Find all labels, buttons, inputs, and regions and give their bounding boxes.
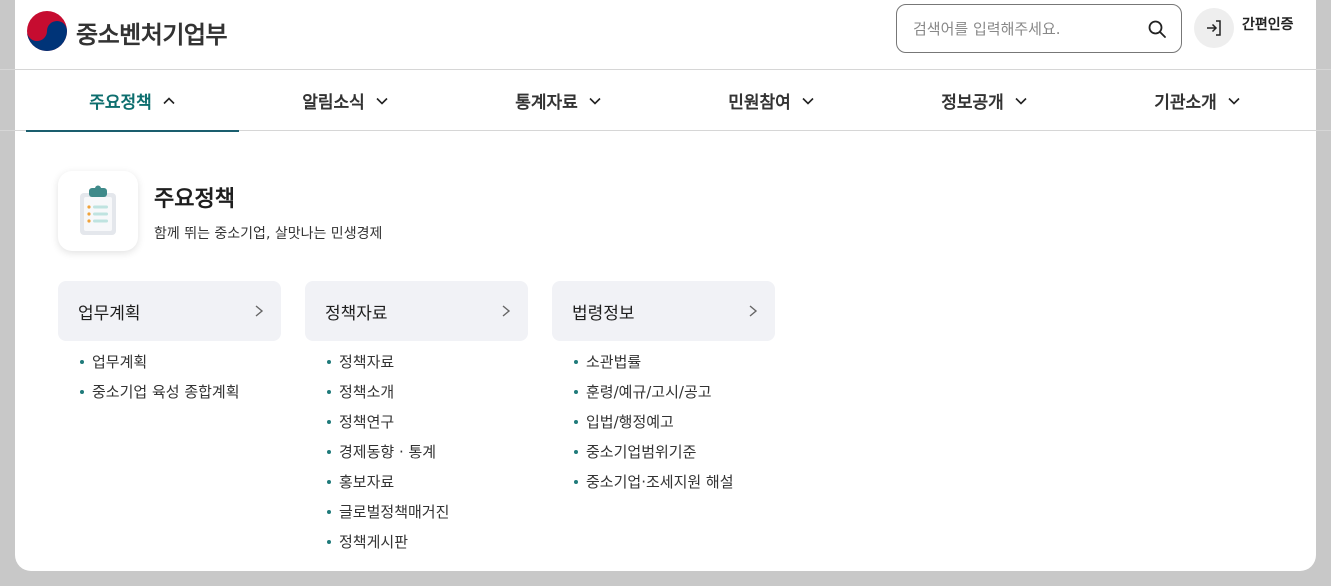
logo-text: 중소벤처기업부	[76, 20, 228, 49]
section-intro: 주요정책 함께 뛰는 중소기업, 살맛나는 민생경제	[58, 171, 382, 251]
list-item[interactable]: 중소기업범위기준	[572, 437, 775, 467]
nav-item-label: 기관소개	[1154, 93, 1217, 113]
list-item[interactable]: 훈령/예규/고시/공고	[572, 377, 775, 407]
login-icon	[1207, 20, 1221, 36]
nav-item-label: 통계자료	[515, 93, 578, 113]
section-title: 주요정책	[154, 187, 235, 212]
list-item[interactable]: 경제동향 · 통계	[325, 437, 528, 467]
menu-column-work-plan: 업무계획 업무계획 중소기업 육성 종합계획	[58, 281, 281, 407]
column-header-button[interactable]: 법령정보	[552, 281, 775, 341]
login-label: 간편인증	[1242, 17, 1294, 33]
list-item[interactable]: 소관법률	[572, 347, 775, 377]
section-description: 함께 뛰는 중소기업, 살맛나는 민생경제	[154, 226, 383, 242]
list-item[interactable]: 정책게시판	[325, 527, 528, 557]
search-input[interactable]	[913, 19, 1147, 38]
taegeuk-logo-icon	[27, 11, 67, 51]
list-item[interactable]: 중소기업·조세지원 해설	[572, 467, 775, 497]
column-title: 업무계획	[78, 303, 141, 324]
link-list: 정책자료 정책소개 정책연구 경제동향 · 통계 홍보자료 글로벌정책매거진 정…	[305, 347, 528, 557]
link-list: 업무계획 중소기업 육성 종합계획	[58, 347, 281, 407]
column-title: 정책자료	[325, 303, 388, 324]
list-item[interactable]: 글로벌정책매거진	[325, 497, 528, 527]
menu-column-legal-info: 법령정보 소관법률 훈령/예규/고시/공고 입법/행정예고 중소기업범위기준 중…	[552, 281, 775, 497]
nav-item-civil[interactable]: 민원참여	[665, 70, 878, 131]
list-item[interactable]: 정책자료	[325, 347, 528, 377]
list-item[interactable]: 업무계획	[78, 347, 281, 377]
chevron-down-icon	[1015, 97, 1027, 105]
chevron-right-icon	[749, 305, 758, 317]
chevron-down-icon	[802, 97, 814, 105]
chevron-right-icon	[255, 305, 264, 317]
nav-item-label: 정보공개	[941, 93, 1004, 113]
login-icon-wrap	[1194, 8, 1234, 48]
clipboard-icon	[58, 171, 138, 251]
nav-item-label: 민원참여	[728, 93, 791, 113]
site-logo[interactable]: 중소벤처기업부	[26, 10, 228, 52]
login-button[interactable]: 간편인증	[1194, 8, 1294, 48]
list-item[interactable]: 정책소개	[325, 377, 528, 407]
list-item[interactable]: 정책연구	[325, 407, 528, 437]
search-icon[interactable]	[1147, 19, 1167, 39]
column-header-button[interactable]: 정책자료	[305, 281, 528, 341]
nav-item-disclosure[interactable]: 정보공개	[878, 70, 1091, 131]
link-list: 소관법률 훈령/예규/고시/공고 입법/행정예고 중소기업범위기준 중소기업·조…	[552, 347, 775, 497]
list-item[interactable]: 홍보자료	[325, 467, 528, 497]
site-header: 중소벤처기업부 간편인증	[0, 0, 1331, 70]
main-nav: 주요정책 알림소식 통계자료 민원참여 정보공개 기관소개	[0, 69, 1331, 132]
search-box	[896, 4, 1182, 53]
intro-text: 주요정책 함께 뛰는 중소기업, 살맛나는 민생경제	[154, 171, 382, 251]
nav-item-statistics[interactable]: 통계자료	[452, 70, 665, 131]
chevron-down-icon	[376, 97, 388, 105]
chevron-up-icon	[163, 96, 175, 104]
nav-item-policy[interactable]: 주요정책	[26, 70, 239, 132]
nav-item-about[interactable]: 기관소개	[1091, 70, 1304, 131]
chevron-down-icon	[1228, 97, 1240, 105]
nav-item-label: 주요정책	[89, 93, 152, 113]
nav-item-label: 알림소식	[302, 93, 365, 113]
chevron-right-icon	[502, 305, 511, 317]
menu-column-policy-data: 정책자료 정책자료 정책소개 정책연구 경제동향 · 통계 홍보자료 글로벌정책…	[305, 281, 528, 557]
list-item[interactable]: 입법/행정예고	[572, 407, 775, 437]
list-item[interactable]: 중소기업 육성 종합계획	[78, 377, 281, 407]
chevron-down-icon	[589, 97, 601, 105]
column-title: 법령정보	[572, 303, 635, 324]
nav-item-news[interactable]: 알림소식	[239, 70, 452, 131]
column-header-button[interactable]: 업무계획	[58, 281, 281, 341]
